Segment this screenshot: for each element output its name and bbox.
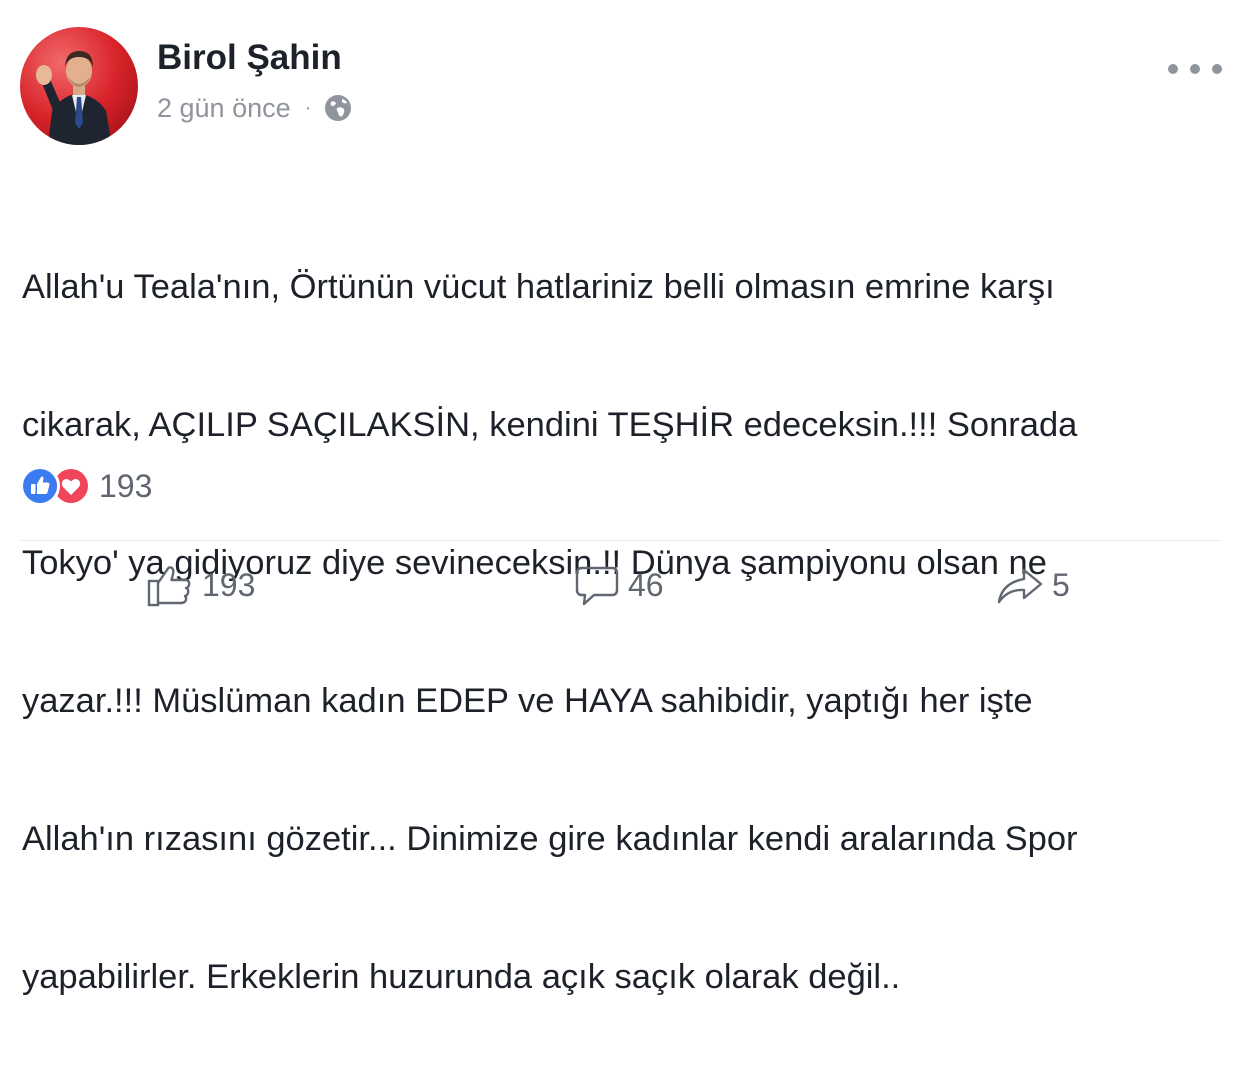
- more-dot: [1212, 64, 1222, 74]
- more-dot: [1168, 64, 1178, 74]
- post-text-line: cikarak, AÇILIP SAÇILAKSİN, kendini TEŞH…: [22, 406, 1078, 444]
- thumbs-up-icon: [146, 562, 194, 608]
- reaction-count: 193: [99, 467, 153, 504]
- author-avatar[interactable]: [20, 27, 138, 145]
- more-dot: [1190, 64, 1200, 74]
- facebook-post: Birol Şahin 2 gün önce · Allah'u Teala'n…: [0, 0, 1242, 996]
- action-divider: [20, 540, 1222, 541]
- comment-count: 46: [628, 566, 664, 603]
- more-options-icon[interactable]: [1168, 56, 1222, 82]
- post-text-line: yazar.!!! Müslüman kadın EDEP ve HAYA sa…: [22, 682, 1033, 720]
- post-text-line: yapabilirler. Erkeklerin huzurunda açık …: [22, 958, 901, 996]
- comment-bubble-icon: [574, 562, 620, 608]
- post-meta: 2 gün önce ·: [157, 91, 353, 125]
- post-timestamp[interactable]: 2 gün önce: [157, 93, 291, 124]
- author-photo: [20, 27, 138, 145]
- comment-button[interactable]: 46: [574, 560, 664, 610]
- globe-icon[interactable]: [323, 93, 353, 123]
- like-button[interactable]: 193: [146, 560, 255, 610]
- like-count: 193: [202, 566, 256, 603]
- share-button[interactable]: 5: [996, 560, 1070, 610]
- author-name[interactable]: Birol Şahin: [157, 38, 342, 78]
- post-text: Allah'u Teala'nın, Örtünün vücut hatlari…: [22, 172, 1227, 1092]
- share-arrow-icon: [996, 562, 1044, 608]
- reactions-summary[interactable]: 193: [20, 466, 152, 506]
- like-reaction-icon: [20, 466, 60, 506]
- share-count: 5: [1052, 566, 1070, 603]
- meta-separator: ·: [304, 96, 312, 119]
- post-text-line: Allah'ın rızasını gözetir... Dinimize gi…: [22, 820, 1078, 858]
- post-text-line: Allah'u Teala'nın, Örtünün vücut hatlari…: [22, 268, 1055, 306]
